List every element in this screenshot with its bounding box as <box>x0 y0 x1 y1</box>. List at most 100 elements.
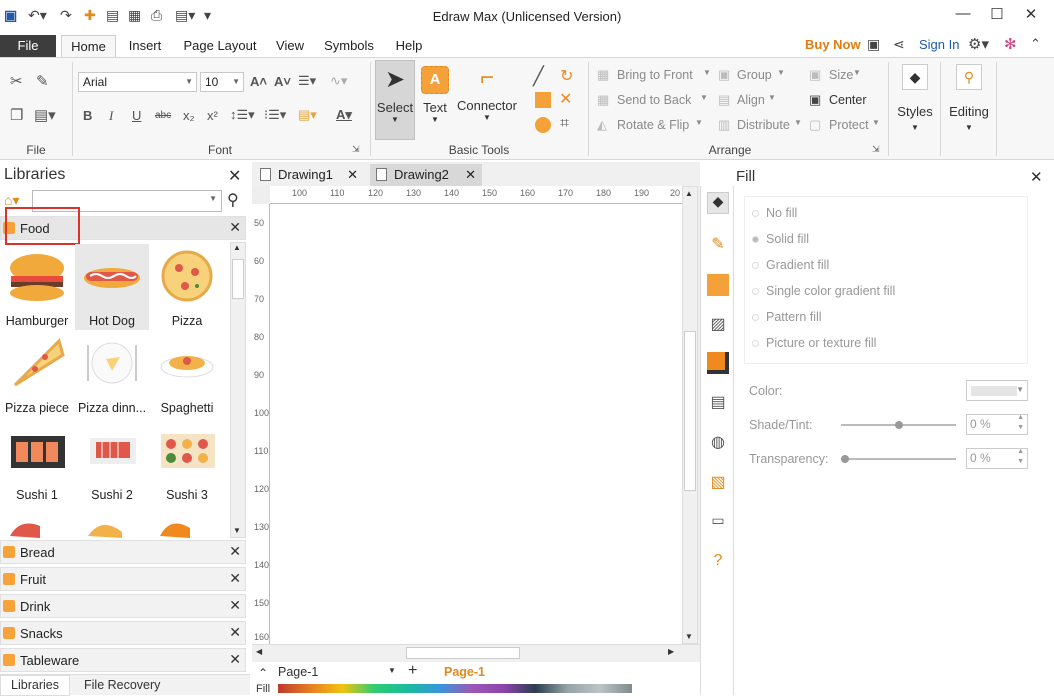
fill-option-no-fill[interactable]: No fill <box>752 206 797 220</box>
maximize-button[interactable]: ☐ <box>982 5 1012 23</box>
align-text-icon[interactable]: ☰▾ <box>298 73 316 89</box>
slider-thumb[interactable] <box>895 421 903 429</box>
select-button[interactable]: ➤ Select ▼ <box>375 60 415 140</box>
search-icon[interactable]: ⚲ <box>227 190 239 210</box>
crop-tool-icon[interactable]: ⌗ <box>560 115 569 133</box>
scroll-thumb[interactable] <box>684 331 696 491</box>
drawing-canvas[interactable] <box>270 204 682 644</box>
font-dialog-launcher-icon[interactable]: ⇲ <box>352 144 360 155</box>
underline-icon[interactable]: U <box>132 108 141 123</box>
note-icon[interactable]: ▧ <box>707 472 729 494</box>
tab-file[interactable]: File <box>0 35 56 57</box>
arc-tool-icon[interactable]: ↻ <box>560 66 573 86</box>
shade-tint-slider[interactable] <box>841 421 956 429</box>
tab-symbols[interactable]: Symbols <box>318 35 380 57</box>
color-palette[interactable] <box>278 684 632 693</box>
line-tool-icon[interactable]: ╱ <box>533 66 544 87</box>
close-icon[interactable]: ✕ <box>228 166 241 186</box>
group-button[interactable]: Group <box>737 68 772 82</box>
tab-help[interactable]: Help <box>390 35 428 57</box>
shadow-icon[interactable] <box>707 274 729 296</box>
protect-button[interactable]: Protect <box>829 118 869 132</box>
fill-option-gradient-fill[interactable]: Gradient fill <box>752 258 829 272</box>
document-icon[interactable]: ▤ <box>707 392 729 414</box>
shape-pizza-piece[interactable]: Pizza piece <box>0 331 74 417</box>
tab-view[interactable]: View <box>270 35 310 57</box>
tab-drawing2[interactable]: Drawing2 ✕ <box>370 164 482 186</box>
styles-button[interactable]: ◆ Styles ▼ <box>892 64 938 144</box>
cut-icon[interactable]: ✂ <box>10 72 23 90</box>
fill-option-solid-fill[interactable]: Solid fill <box>752 232 809 246</box>
copy-icon[interactable]: ❐ <box>10 106 23 124</box>
editing-button[interactable]: ⚲ Editing ▼ <box>944 64 994 144</box>
font-size-select[interactable]: 10 ▼ <box>200 72 244 92</box>
bold-icon[interactable]: B <box>83 108 92 123</box>
tab-insert[interactable]: Insert <box>122 35 168 57</box>
chevron-right-icon[interactable]: ▶ <box>668 647 674 656</box>
close-icon[interactable]: ✕ <box>229 597 241 614</box>
shape-pizza[interactable]: Pizza <box>150 244 224 330</box>
close-icon[interactable]: ✕ <box>229 570 241 587</box>
fill-icon[interactable]: ◆ <box>707 192 729 214</box>
shape-hamburger[interactable]: Hamburger <box>0 244 74 330</box>
buy-now-link[interactable]: Buy Now <box>805 37 861 52</box>
spinner-icon[interactable]: ▲ ▼ <box>1017 447 1024 467</box>
spinner-icon[interactable]: ▲ ▼ <box>1017 413 1024 433</box>
text-button[interactable]: A Text ▼ <box>418 60 452 140</box>
layers-icon[interactable] <box>707 352 729 374</box>
globe-icon[interactable]: ◍ <box>707 432 729 454</box>
shape-spaghetti[interactable]: Spaghetti <box>150 331 224 417</box>
chevron-down-icon[interactable]: ▼ <box>685 632 693 641</box>
line-spacing-icon[interactable]: ↕☰▾ <box>230 107 255 123</box>
shape-sushi-2[interactable]: Sushi 2 <box>75 418 149 504</box>
shape-hot-dog[interactable]: Hot Dog <box>75 244 149 330</box>
category-bread[interactable]: Bread ✕ <box>0 540 246 564</box>
format-painter-icon[interactable]: ✎ <box>36 72 49 90</box>
close-icon[interactable]: ✕ <box>229 651 241 668</box>
shapes-scrollbar[interactable]: ▲ ▼ <box>230 242 246 538</box>
collapse-ribbon-icon[interactable]: ⌃ <box>1030 36 1041 52</box>
shrink-font-icon[interactable]: A˅ <box>274 74 291 89</box>
slider-thumb[interactable] <box>841 455 849 463</box>
tab-home[interactable]: Home <box>61 35 116 57</box>
rotate-flip-button[interactable]: Rotate & Flip <box>617 118 689 132</box>
italic-icon[interactable]: I <box>109 108 113 124</box>
tab-libraries[interactable]: Libraries <box>0 675 70 696</box>
connector-button[interactable]: ⌐ Connector ▼ <box>455 60 519 140</box>
font-family-select[interactable]: Arial ▼ <box>78 72 197 92</box>
category-fruit[interactable]: Fruit ✕ <box>0 567 246 591</box>
close-icon[interactable]: ✕ <box>229 624 241 641</box>
polyline-tool-icon[interactable]: ✕ <box>559 89 572 109</box>
help-icon[interactable]: ? <box>707 552 729 574</box>
shade-tint-input[interactable]: 0 % ▲ ▼ <box>966 414 1028 435</box>
chevron-up-icon[interactable]: ▲ <box>233 243 241 252</box>
sign-in-link[interactable]: Sign In <box>919 37 959 52</box>
font-color-icon[interactable]: A▾ <box>336 107 352 123</box>
text-direction-icon[interactable]: ∿▾ <box>330 73 347 89</box>
tab-file-recovery[interactable]: File Recovery <box>84 678 160 692</box>
ellipse-tool-icon[interactable] <box>535 117 551 133</box>
scroll-thumb[interactable] <box>232 259 244 299</box>
close-icon[interactable]: ✕ <box>347 164 358 186</box>
category-tableware[interactable]: Tableware ✕ <box>0 648 246 672</box>
canvas-horizontal-scrollbar[interactable]: ◀ ▶ <box>252 644 700 662</box>
align-button[interactable]: Align <box>737 93 765 107</box>
category-drink[interactable]: Drink ✕ <box>0 594 246 618</box>
send-to-back-button[interactable]: Send to Back <box>617 93 691 107</box>
close-icon[interactable]: ✕ <box>229 543 241 560</box>
add-page-icon[interactable]: + <box>408 662 417 680</box>
fill-option-pattern-fill[interactable]: Pattern fill <box>752 310 822 324</box>
bring-to-front-button[interactable]: Bring to Front <box>617 68 693 82</box>
shape-sushi-1[interactable]: Sushi 1 <box>0 418 74 504</box>
shape-pizza-dinner[interactable]: Pizza dinn... <box>75 331 149 417</box>
settings-icon[interactable]: ⚙▾ <box>968 35 989 53</box>
transparency-slider[interactable] <box>841 455 956 463</box>
distribute-button[interactable]: Distribute <box>737 118 790 132</box>
center-button[interactable]: Center <box>829 93 867 107</box>
tab-page-layout[interactable]: Page Layout <box>178 35 262 57</box>
page-select[interactable]: Page-1 <box>278 665 318 679</box>
transparency-input[interactable]: 0 % ▲ ▼ <box>966 448 1028 469</box>
category-snacks[interactable]: Snacks ✕ <box>0 621 246 645</box>
close-icon[interactable]: ✕ <box>465 164 476 186</box>
cart-icon[interactable]: ▣ <box>867 36 880 53</box>
